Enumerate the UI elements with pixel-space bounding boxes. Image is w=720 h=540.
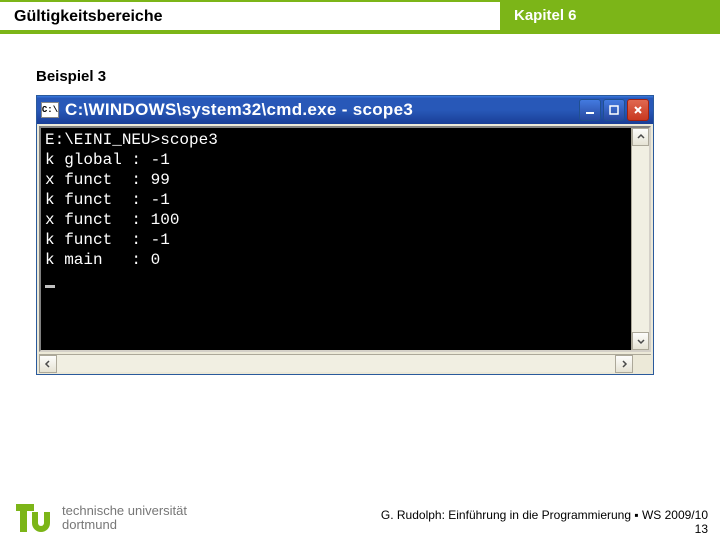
cmd-window: C:\ C:\WINDOWS\system32\cmd.exe - scope3…	[36, 95, 654, 375]
scroll-right-button[interactable]	[615, 355, 633, 373]
console-cursor	[45, 285, 55, 288]
header-title-right: Kapitel 6	[500, 0, 720, 30]
window-title: C:\WINDOWS\system32\cmd.exe - scope3	[65, 100, 573, 120]
example-label: Beispiel 3	[36, 68, 684, 85]
logo-line-1: technische universität	[62, 504, 187, 518]
chevron-left-icon	[44, 360, 52, 368]
slide-header: Gültigkeitsbereiche Kapitel 6	[0, 0, 720, 34]
horizontal-scrollbar[interactable]	[39, 354, 651, 372]
chevron-down-icon	[637, 337, 645, 345]
tu-logo-mark	[16, 500, 52, 536]
maximize-icon	[608, 104, 620, 116]
slide-footer: technische universität dortmund G. Rudol…	[0, 474, 720, 540]
cmd-icon: C:\	[41, 102, 59, 118]
close-icon	[632, 104, 644, 116]
maximize-button[interactable]	[603, 99, 625, 121]
header-title-left: Gültigkeitsbereiche	[0, 0, 500, 30]
credit-line: G. Rudolph: Einführung in die Programmie…	[381, 508, 708, 522]
vertical-scrollbar[interactable]	[631, 128, 649, 350]
slide-content: Beispiel 3 C:\ C:\WINDOWS\system32\cmd.e…	[0, 34, 720, 383]
vertical-scroll-track[interactable]	[632, 146, 649, 332]
scroll-corner	[633, 355, 651, 373]
chevron-right-icon	[620, 360, 628, 368]
scroll-left-button[interactable]	[39, 355, 57, 373]
console-output: E:\EINI_NEU>scope3 k global : -1 x funct…	[41, 128, 631, 350]
minimize-icon	[584, 104, 596, 116]
minimize-button[interactable]	[579, 99, 601, 121]
window-titlebar: C:\ C:\WINDOWS\system32\cmd.exe - scope3	[37, 96, 653, 124]
footer-credits: G. Rudolph: Einführung in die Programmie…	[381, 508, 708, 536]
window-control-buttons	[579, 99, 649, 121]
page-number: 13	[381, 522, 708, 536]
scroll-up-button[interactable]	[632, 128, 649, 146]
close-button[interactable]	[627, 99, 649, 121]
tu-logo-text: technische universität dortmund	[62, 504, 187, 532]
scroll-down-button[interactable]	[632, 332, 649, 350]
logo-line-2: dortmund	[62, 518, 187, 532]
chevron-up-icon	[637, 133, 645, 141]
console-area: E:\EINI_NEU>scope3 k global : -1 x funct…	[39, 126, 651, 352]
tu-dortmund-logo: technische universität dortmund	[16, 500, 381, 536]
horizontal-scroll-track[interactable]	[57, 355, 615, 372]
